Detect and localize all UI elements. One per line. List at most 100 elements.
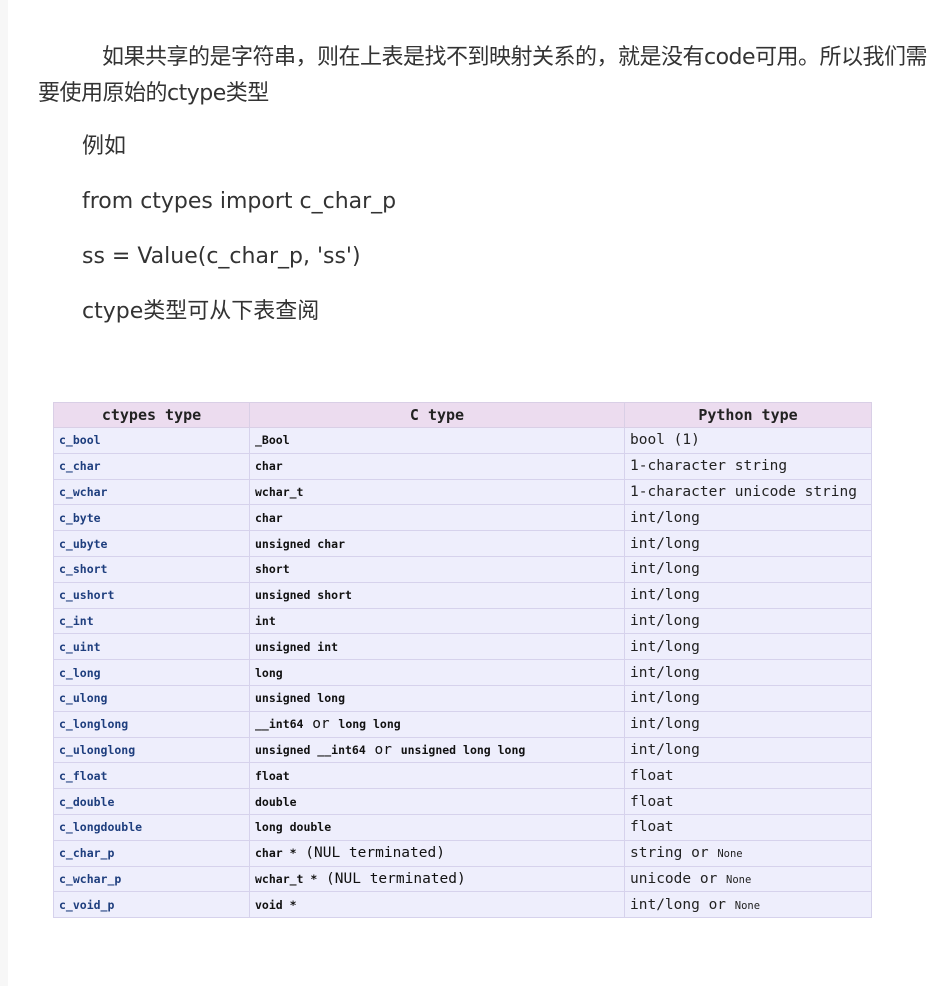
c-type-name: __int64: [255, 717, 304, 732]
cell-c-type: float: [249, 762, 625, 790]
cell-ctypes-type: c_longdouble: [53, 813, 250, 841]
cell-ctypes-type: c_char: [53, 452, 250, 480]
cell-python-type: int/long: [624, 736, 872, 764]
c-type-alt-name: long long: [338, 717, 401, 732]
c-type-name: wchar_t: [255, 484, 304, 499]
cell-ctypes-type: c_long: [53, 659, 250, 686]
cell-python-type: float: [624, 788, 872, 815]
table-row: c_byte char int/long: [53, 504, 872, 532]
cell-python-type: int/long: [624, 710, 872, 738]
python-type-name: int/long: [630, 612, 700, 629]
c-type-or: or: [303, 716, 339, 733]
table-row: c_ushort unsigned short int/long: [53, 581, 872, 609]
c-type-name: unsigned long: [255, 691, 346, 706]
python-type-name: int/long: [630, 587, 700, 604]
cell-c-type: unsigned __int64 or unsigned long long: [249, 736, 625, 764]
cell-c-type: unsigned short: [249, 581, 625, 609]
code-line-import: from ctypes import c_char_p: [82, 189, 397, 214]
python-type-name: int/long: [630, 690, 700, 707]
c-type-name: void *: [255, 897, 297, 912]
c-type-name: long: [255, 665, 283, 680]
c-type-or: or: [365, 741, 401, 758]
c-type-name: short: [255, 562, 290, 577]
table-row: c_long long int/long: [53, 659, 872, 686]
cell-python-type: int/long: [624, 684, 872, 712]
python-type-name: 1-character string: [630, 458, 788, 475]
cell-c-type: unsigned char: [249, 530, 625, 557]
cell-ctypes-type: c_char_p: [53, 839, 250, 867]
python-type-name: int/long: [630, 561, 700, 578]
python-type-none: None: [726, 873, 752, 886]
cell-ctypes-type: c_bool: [53, 427, 250, 454]
cell-ctypes-type: c_ulong: [53, 684, 250, 712]
cell-c-type: short: [249, 555, 625, 583]
python-type-name: int/long or: [630, 896, 735, 913]
table-row: c_char_p char * (NUL terminated) string or…: [53, 839, 872, 867]
header-ctypes-type: ctypes type: [53, 402, 250, 428]
table-row: c_uint unsigned int int/long: [53, 633, 872, 661]
cell-c-type: double: [249, 788, 625, 815]
cell-ctypes-type: c_wchar_p: [53, 865, 250, 893]
cell-python-type: int/long: [624, 530, 872, 557]
table-row: c_wchar_p wchar_t * (NUL terminated) unico…: [53, 865, 872, 893]
cell-ctypes-type: c_ushort: [53, 581, 250, 609]
cell-ctypes-type: c_double: [53, 788, 250, 815]
python-type-name: int/long: [630, 741, 700, 758]
c-type-name: unsigned int: [255, 639, 339, 654]
table-row: c_longdouble long double float: [53, 813, 872, 841]
cell-ctypes-type: c_longlong: [53, 710, 250, 738]
table-row: c_double double float: [53, 788, 872, 815]
cell-python-type: 1-character string: [624, 452, 872, 480]
cell-c-type: long double: [249, 813, 625, 841]
python-type-name: float: [630, 767, 674, 784]
cell-c-type: _Bool: [249, 427, 625, 454]
cell-python-type: int/long: [624, 633, 872, 661]
cell-c-type: long: [249, 659, 625, 686]
cell-python-type: 1-character unicode string: [624, 478, 872, 506]
cell-python-type: unicode or None: [624, 865, 872, 893]
cell-ctypes-type: c_short: [53, 555, 250, 583]
intro-paragraph: 如果共享的是字符串，则在上表是找不到映射关系的，就是没有code可用。所以我们需…: [38, 45, 928, 106]
c-type-name: _Bool: [255, 433, 290, 448]
python-type-name: int/long: [630, 664, 700, 681]
c-type-name: char: [255, 510, 283, 525]
example-label: 例如: [82, 134, 127, 159]
cell-c-type: __int64 or long long: [249, 710, 625, 738]
cell-python-type: int/long: [624, 504, 872, 532]
cell-ctypes-type: c_ubyte: [53, 530, 250, 557]
cell-c-type: void *: [249, 891, 625, 919]
cell-python-type: float: [624, 762, 872, 790]
article-page: 如果共享的是字符串，则在上表是找不到映射关系的，就是没有code可用。所以我们需…: [8, 0, 950, 986]
python-type-name: 1-character unicode string: [630, 483, 857, 500]
python-type-name: int/long: [630, 535, 700, 552]
cell-python-type: bool (1): [624, 427, 872, 454]
table-row: c_int int int/long: [53, 607, 872, 635]
cell-c-type: wchar_t * (NUL terminated): [249, 865, 625, 893]
table-row: c_ubyte unsigned char int/long: [53, 530, 872, 557]
c-type-name: long double: [255, 820, 332, 835]
c-type-name: char *: [255, 846, 297, 861]
c-type-name: unsigned short: [255, 588, 352, 603]
table-row: c_short short int/long: [53, 555, 872, 583]
cell-python-type: int/long: [624, 607, 872, 635]
table-header-row: ctypes type C type Python type: [53, 402, 872, 428]
c-type-name: int: [255, 613, 276, 628]
c-type-name: double: [255, 794, 297, 809]
cell-c-type: unsigned int: [249, 633, 625, 661]
cell-python-type: int/long: [624, 581, 872, 609]
table-body: c_bool _Bool bool (1) c_charchar 1-character…: [53, 427, 872, 919]
cell-python-type: int/long: [624, 659, 872, 686]
cell-c-type: int: [249, 607, 625, 635]
cell-c-type: char: [249, 504, 625, 532]
cell-python-type: float: [624, 813, 872, 841]
python-type-name: int/long: [630, 509, 700, 526]
table-row: c_ulong unsigned long int/long: [53, 684, 872, 712]
table-row: c_wchar wchar_t 1-character unicode string: [53, 478, 872, 506]
python-type-name: unicode or: [630, 870, 727, 887]
cell-python-type: int/long or None: [624, 891, 872, 919]
c-type-name: unsigned char: [255, 536, 346, 551]
cell-ctypes-type: c_wchar: [53, 478, 250, 506]
c-type-alt-name: unsigned long long: [400, 742, 526, 757]
cell-python-type: int/long: [624, 555, 872, 583]
python-type-name: float: [630, 819, 674, 836]
